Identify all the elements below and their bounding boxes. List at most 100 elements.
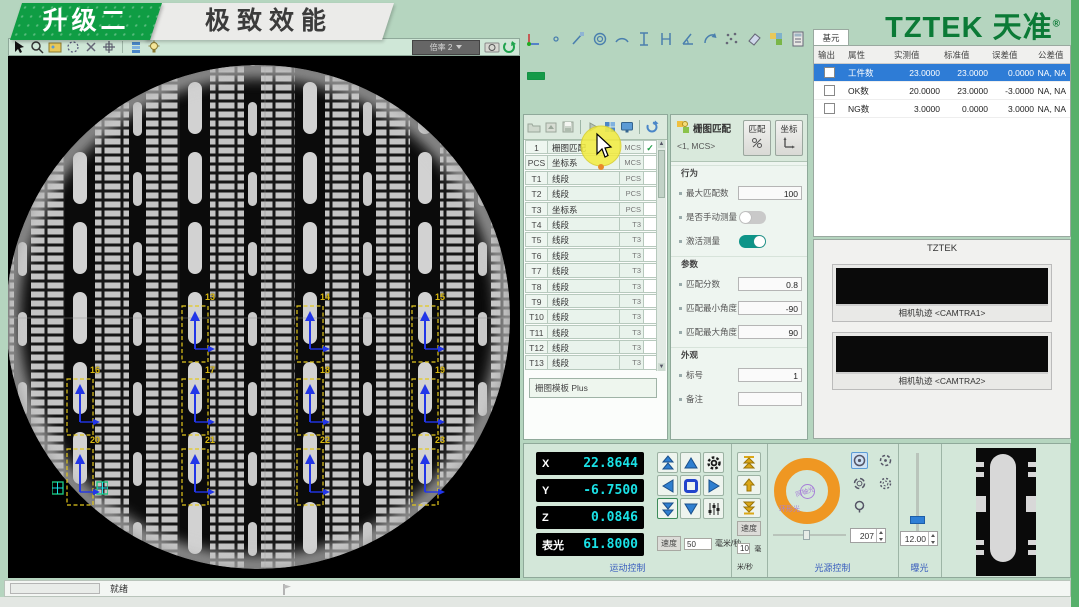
exposure-spinner[interactable]: 12.00 [900, 531, 938, 546]
z-speed-input[interactable]: 10 [737, 543, 750, 554]
step-row[interactable]: T6 线段 T3 [525, 248, 657, 262]
circle-tool-icon[interactable] [591, 30, 609, 48]
jog-down-button[interactable] [680, 498, 701, 519]
distance-tool-icon[interactable] [635, 30, 653, 48]
snapshot-camera-icon[interactable] [484, 40, 498, 54]
output-checkbox[interactable] [824, 85, 835, 96]
property-input[interactable]: 0.8 [738, 277, 802, 291]
light-brightness-slider[interactable] [773, 534, 846, 536]
light-mode-segment-icon[interactable] [851, 475, 868, 492]
exposure-slider-handle[interactable] [910, 516, 925, 524]
cursor-tool-icon[interactable] [12, 40, 26, 54]
column-header[interactable]: 误差值 [988, 49, 1034, 61]
jog-up-button[interactable] [680, 452, 701, 473]
output-checkbox[interactable] [824, 103, 835, 114]
width-tool-icon[interactable] [657, 30, 675, 48]
import-icon[interactable] [544, 120, 558, 134]
jog-left-button[interactable] [657, 475, 678, 496]
line-tool-icon[interactable] [569, 30, 587, 48]
light-bulb-icon[interactable] [147, 40, 161, 54]
column-header[interactable]: 公差值 [1034, 49, 1070, 61]
zoom-tool-icon[interactable] [30, 40, 44, 54]
camera-image-viewport[interactable]: 13 14 [8, 56, 520, 578]
step-row[interactable]: T13 线段 T3 [525, 355, 657, 369]
step-row[interactable]: T3 坐标系 PCS [525, 202, 657, 216]
crosshair-tool-icon[interactable] [102, 40, 116, 54]
property-input[interactable]: 100 [738, 186, 802, 200]
eraser-icon[interactable] [745, 30, 763, 48]
layers-icon[interactable] [129, 40, 143, 54]
refresh-icon[interactable] [502, 40, 516, 54]
result-row[interactable]: 工件数 23.0000 23.0000 0.0000 NA, NA [814, 64, 1070, 82]
property-input[interactable]: 1 [738, 368, 802, 382]
result-row[interactable]: NG数 3.0000 0.0000 3.0000 NA, NA [814, 100, 1070, 118]
result-row[interactable]: OK数 20.0000 23.0000 -3.0000 NA, NA [814, 82, 1070, 100]
scroll-up-icon[interactable]: ▲ [658, 140, 665, 148]
scatter-points-icon[interactable] [723, 30, 741, 48]
property-toggle[interactable] [739, 211, 766, 224]
camera-trace-item[interactable]: 相机轨迹 <CAMTRA1> [832, 264, 1052, 322]
tab-primitives[interactable]: 基元 [813, 29, 849, 46]
property-input[interactable]: -90 [738, 301, 802, 315]
property-input[interactable] [738, 392, 802, 406]
slider-handle[interactable] [803, 530, 810, 540]
section-header[interactable]: 外观 [671, 347, 807, 363]
match-button[interactable]: 匹配 [743, 120, 771, 156]
step-row[interactable]: T12 线段 T3 [525, 340, 657, 354]
section-header[interactable]: 参数 [671, 256, 807, 272]
angle-tool-icon[interactable] [679, 30, 697, 48]
light-mode-full-icon[interactable] [851, 452, 868, 469]
output-checkbox[interactable] [824, 67, 835, 78]
step-row[interactable]: T9 线段 T3 [525, 294, 657, 308]
steps-scrollbar[interactable]: ▲ ▼ [656, 140, 666, 371]
step-row[interactable]: T11 线段 T3 [525, 325, 657, 339]
roi-tool-icon[interactable] [66, 40, 80, 54]
template-match-icon[interactable] [767, 30, 785, 48]
xy-speed-input[interactable]: 50 [684, 538, 712, 550]
coordinate-system-icon[interactable] [525, 30, 543, 48]
jog-tune-button[interactable] [703, 498, 724, 519]
active-tool-box[interactable]: 栅图模板 Plus [529, 378, 657, 398]
light-mode-quad-icon[interactable] [877, 452, 894, 469]
jog-up-fast-button[interactable] [657, 452, 678, 473]
spin-down-icon[interactable] [877, 536, 885, 543]
column-header[interactable]: 输出 [814, 49, 844, 61]
z-up-fast-button[interactable] [737, 452, 761, 472]
light-mode-sector-icon[interactable] [877, 475, 894, 492]
step-row[interactable]: T2 线段 PCS [525, 186, 657, 200]
step-row[interactable]: T8 线段 T3 [525, 279, 657, 293]
column-header[interactable]: 标准值 [940, 49, 988, 61]
magnification-select[interactable]: 倍率 2 [412, 40, 480, 55]
jog-settings-button[interactable] [703, 452, 724, 473]
step-row[interactable]: T7 线段 T3 [525, 263, 657, 277]
column-header[interactable]: 属性 [844, 49, 890, 61]
arc-measure-icon[interactable] [701, 30, 719, 48]
light-mode-spot-icon[interactable] [851, 498, 868, 515]
property-toggle[interactable] [739, 235, 766, 248]
save-icon[interactable] [561, 120, 575, 134]
coordinate-button[interactable]: 坐标 [775, 120, 803, 156]
jog-right-button[interactable] [703, 475, 724, 496]
z-up-button[interactable] [737, 475, 761, 495]
point-tool-icon[interactable] [547, 30, 565, 48]
light-value-spinner[interactable]: 207 [850, 528, 886, 543]
calculator-icon[interactable] [789, 30, 807, 48]
jog-stop-button[interactable] [680, 475, 701, 496]
column-header[interactable]: 实测值 [890, 49, 940, 61]
property-input[interactable]: 90 [738, 325, 802, 339]
jog-down-fast-button[interactable] [657, 498, 678, 519]
scroll-thumb[interactable] [658, 150, 665, 198]
sync-icon[interactable] [645, 120, 659, 134]
delete-roi-icon[interactable] [84, 40, 98, 54]
z-down-fast-button[interactable] [737, 498, 761, 518]
image-tool-icon[interactable] [48, 40, 62, 54]
open-icon[interactable] [527, 120, 541, 134]
step-row[interactable]: T4 线段 T3 [525, 217, 657, 231]
camera-trace-item[interactable]: 相机轨迹 <CAMTRA2> [832, 332, 1052, 390]
arc-tool-icon[interactable] [613, 30, 631, 48]
spin-down-icon[interactable] [929, 539, 937, 546]
step-row[interactable]: T10 线段 T3 [525, 309, 657, 323]
step-row[interactable]: T5 线段 T3 [525, 232, 657, 246]
section-header[interactable]: 行为 [671, 165, 807, 181]
scroll-down-icon[interactable]: ▼ [658, 363, 665, 371]
